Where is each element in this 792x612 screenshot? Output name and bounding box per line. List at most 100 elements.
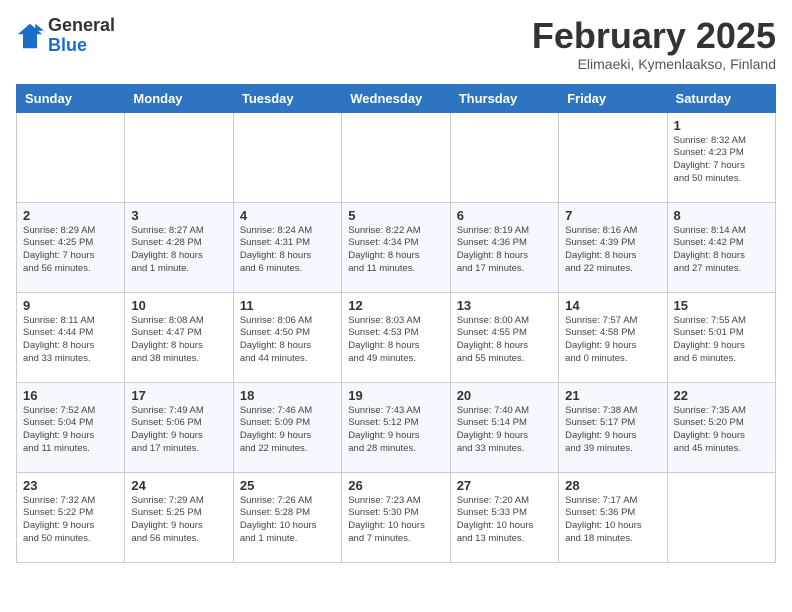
calendar-cell: 18 Sunrise: 7:46 AM Sunset: 5:09 PM Dayli… [233, 382, 341, 472]
calendar-cell: 9 Sunrise: 8:11 AM Sunset: 4:44 PM Daylig… [17, 292, 125, 382]
calendar-cell: 10 Sunrise: 8:08 AM Sunset: 4:47 PM Dayli… [125, 292, 233, 382]
day-number: 7 [565, 208, 660, 223]
calendar-cell: 3Sunrise: 8:27 AM Sunset: 4:28 PM Daylig… [125, 202, 233, 292]
day-info: Sunrise: 8:32 AM Sunset: 4:23 PM Dayligh… [674, 135, 769, 186]
day-number: 26 [348, 478, 443, 493]
day-number: 19 [348, 388, 443, 403]
day-info: Sunrise: 8:24 AM Sunset: 4:31 PM Dayligh… [240, 225, 335, 276]
weekday-header: Tuesday [233, 84, 341, 112]
day-info: Sunrise: 8:06 AM Sunset: 4:50 PM Dayligh… [240, 315, 335, 366]
day-number: 17 [131, 388, 226, 403]
calendar-cell [450, 112, 558, 202]
calendar-cell: 5 Sunrise: 8:22 AM Sunset: 4:34 PM Daylig… [342, 202, 450, 292]
calendar-cell: 14Sunrise: 7:57 AM Sunset: 4:58 PM Dayli… [559, 292, 667, 382]
day-info: Sunrise: 8:19 AM Sunset: 4:36 PM Dayligh… [457, 225, 552, 276]
day-info: Sunrise: 7:32 AM Sunset: 5:22 PM Dayligh… [23, 495, 118, 546]
day-number: 4 [240, 208, 335, 223]
weekday-header: Saturday [667, 84, 775, 112]
day-number: 16 [23, 388, 118, 403]
calendar-title: February 2025 [532, 16, 776, 56]
day-info: Sunrise: 7:35 AM Sunset: 5:20 PM Dayligh… [674, 405, 769, 456]
calendar-week-row: 16 Sunrise: 7:52 AM Sunset: 5:04 PM Dayli… [17, 382, 776, 472]
calendar-cell: 12 Sunrise: 8:03 AM Sunset: 4:53 PM Dayli… [342, 292, 450, 382]
calendar-cell: 8 Sunrise: 8:14 AM Sunset: 4:42 PM Daylig… [667, 202, 775, 292]
weekday-header: Monday [125, 84, 233, 112]
day-info: Sunrise: 7:23 AM Sunset: 5:30 PM Dayligh… [348, 495, 443, 546]
day-info: Sunrise: 7:46 AM Sunset: 5:09 PM Dayligh… [240, 405, 335, 456]
calendar-cell [342, 112, 450, 202]
day-number: 12 [348, 298, 443, 313]
weekday-header: Sunday [17, 84, 125, 112]
day-number: 10 [131, 298, 226, 313]
day-number: 9 [23, 298, 118, 313]
day-number: 25 [240, 478, 335, 493]
day-number: 3 [131, 208, 226, 223]
day-info: Sunrise: 8:03 AM Sunset: 4:53 PM Dayligh… [348, 315, 443, 366]
day-number: 15 [674, 298, 769, 313]
day-number: 8 [674, 208, 769, 223]
day-number: 13 [457, 298, 552, 313]
day-number: 2 [23, 208, 118, 223]
calendar-cell: 2Sunrise: 8:29 AM Sunset: 4:25 PM Daylig… [17, 202, 125, 292]
calendar-cell: 17 Sunrise: 7:49 AM Sunset: 5:06 PM Dayli… [125, 382, 233, 472]
weekday-header: Wednesday [342, 84, 450, 112]
day-info: Sunrise: 7:17 AM Sunset: 5:36 PM Dayligh… [565, 495, 660, 546]
calendar-cell: 22 Sunrise: 7:35 AM Sunset: 5:20 PM Dayli… [667, 382, 775, 472]
day-number: 27 [457, 478, 552, 493]
day-info: Sunrise: 8:16 AM Sunset: 4:39 PM Dayligh… [565, 225, 660, 276]
weekday-header: Friday [559, 84, 667, 112]
day-number: 18 [240, 388, 335, 403]
calendar-cell: 21 Sunrise: 7:38 AM Sunset: 5:17 PM Dayli… [559, 382, 667, 472]
calendar-cell: 16 Sunrise: 7:52 AM Sunset: 5:04 PM Dayli… [17, 382, 125, 472]
calendar-week-row: 23 Sunrise: 7:32 AM Sunset: 5:22 PM Dayli… [17, 472, 776, 562]
logo: General Blue [16, 16, 115, 56]
calendar-cell: 7 Sunrise: 8:16 AM Sunset: 4:39 PM Daylig… [559, 202, 667, 292]
day-info: Sunrise: 8:11 AM Sunset: 4:44 PM Dayligh… [23, 315, 118, 366]
day-number: 24 [131, 478, 226, 493]
day-info: Sunrise: 7:20 AM Sunset: 5:33 PM Dayligh… [457, 495, 552, 546]
calendar-cell: 6 Sunrise: 8:19 AM Sunset: 4:36 PM Daylig… [450, 202, 558, 292]
calendar-cell: 26 Sunrise: 7:23 AM Sunset: 5:30 PM Dayli… [342, 472, 450, 562]
calendar-cell [667, 472, 775, 562]
calendar-cell: 1Sunrise: 8:32 AM Sunset: 4:23 PM Daylig… [667, 112, 775, 202]
calendar-cell [559, 112, 667, 202]
calendar-cell [125, 112, 233, 202]
calendar-week-row: 2Sunrise: 8:29 AM Sunset: 4:25 PM Daylig… [17, 202, 776, 292]
day-number: 21 [565, 388, 660, 403]
day-info: Sunrise: 7:40 AM Sunset: 5:14 PM Dayligh… [457, 405, 552, 456]
calendar-cell: 19 Sunrise: 7:43 AM Sunset: 5:12 PM Dayli… [342, 382, 450, 472]
day-number: 22 [674, 388, 769, 403]
calendar-cell: 20Sunrise: 7:40 AM Sunset: 5:14 PM Dayli… [450, 382, 558, 472]
calendar-subtitle: Elimaeki, Kymenlaakso, Finland [532, 56, 776, 72]
day-number: 6 [457, 208, 552, 223]
calendar-cell: 15Sunrise: 7:55 AM Sunset: 5:01 PM Dayli… [667, 292, 775, 382]
calendar-week-row: 1Sunrise: 8:32 AM Sunset: 4:23 PM Daylig… [17, 112, 776, 202]
day-number: 5 [348, 208, 443, 223]
calendar-cell [17, 112, 125, 202]
day-number: 23 [23, 478, 118, 493]
calendar-week-row: 9 Sunrise: 8:11 AM Sunset: 4:44 PM Daylig… [17, 292, 776, 382]
day-info: Sunrise: 8:14 AM Sunset: 4:42 PM Dayligh… [674, 225, 769, 276]
day-info: Sunrise: 7:26 AM Sunset: 5:28 PM Dayligh… [240, 495, 335, 546]
day-info: Sunrise: 7:49 AM Sunset: 5:06 PM Dayligh… [131, 405, 226, 456]
calendar-table: SundayMondayTuesdayWednesdayThursdayFrid… [16, 84, 776, 563]
day-info: Sunrise: 7:38 AM Sunset: 5:17 PM Dayligh… [565, 405, 660, 456]
calendar-cell: 28 Sunrise: 7:17 AM Sunset: 5:36 PM Dayli… [559, 472, 667, 562]
calendar-cell: 25 Sunrise: 7:26 AM Sunset: 5:28 PM Dayli… [233, 472, 341, 562]
day-info: Sunrise: 8:00 AM Sunset: 4:55 PM Dayligh… [457, 315, 552, 366]
day-number: 11 [240, 298, 335, 313]
day-number: 28 [565, 478, 660, 493]
calendar-cell: 23 Sunrise: 7:32 AM Sunset: 5:22 PM Dayli… [17, 472, 125, 562]
calendar-cell: 24 Sunrise: 7:29 AM Sunset: 5:25 PM Dayli… [125, 472, 233, 562]
day-info: Sunrise: 7:52 AM Sunset: 5:04 PM Dayligh… [23, 405, 118, 456]
day-number: 14 [565, 298, 660, 313]
calendar-cell: 27 Sunrise: 7:20 AM Sunset: 5:33 PM Dayli… [450, 472, 558, 562]
day-info: Sunrise: 7:43 AM Sunset: 5:12 PM Dayligh… [348, 405, 443, 456]
calendar-cell: 11 Sunrise: 8:06 AM Sunset: 4:50 PM Dayli… [233, 292, 341, 382]
calendar-cell [233, 112, 341, 202]
day-info: Sunrise: 8:22 AM Sunset: 4:34 PM Dayligh… [348, 225, 443, 276]
title-area: February 2025 Elimaeki, Kymenlaakso, Fin… [532, 16, 776, 72]
weekday-header: Thursday [450, 84, 558, 112]
day-info: Sunrise: 7:29 AM Sunset: 5:25 PM Dayligh… [131, 495, 226, 546]
day-info: Sunrise: 8:08 AM Sunset: 4:47 PM Dayligh… [131, 315, 226, 366]
